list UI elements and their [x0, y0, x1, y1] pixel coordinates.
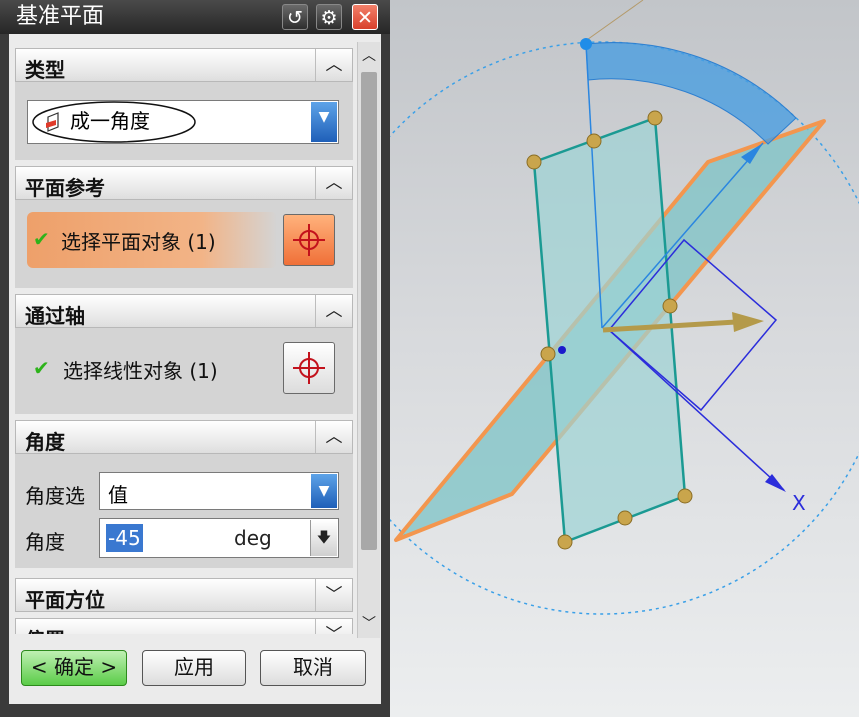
- select-object-button[interactable]: [283, 214, 335, 266]
- dialog-content: 类型 ︿ 成一角度 ▼ 平面参考 ︿ ✔ 选择平面对象 (1) 通过轴 ︿ ✔ …: [9, 38, 357, 634]
- plane-at-angle-icon: [46, 112, 59, 132]
- checkmark-icon: ✔: [33, 356, 50, 380]
- chevron-down-icon[interactable]: ▼: [311, 474, 337, 508]
- select-plane-label: 选择平面对象 (1): [61, 230, 216, 254]
- scroll-down-icon[interactable]: ﹀: [358, 610, 380, 638]
- section-header-through-axis[interactable]: 通过轴 ︿: [15, 294, 353, 328]
- angle-arc-handle: [585, 42, 797, 145]
- x-axis-label: X: [792, 491, 806, 515]
- origin-point: [558, 346, 566, 354]
- collapse-chevron-icon[interactable]: ︿: [315, 49, 352, 81]
- section-header-type[interactable]: 类型 ︿: [15, 48, 353, 82]
- section-title-angle: 角度: [25, 430, 65, 454]
- crosshair-icon: [293, 224, 325, 256]
- section-body-angle: 角度选 值 ▼ 角度 -45 deg 🡇: [15, 454, 353, 568]
- collapse-chevron-icon[interactable]: ︿: [315, 295, 352, 327]
- selection-row-active[interactable]: ✔ 选择平面对象 (1): [27, 212, 277, 268]
- section-title-type: 类型: [25, 58, 65, 82]
- collapse-chevron-icon[interactable]: ︿: [315, 421, 352, 453]
- datum-plane-dialog: 基准平面 ↺ ⚙ ✕ 类型 ︿ 成一角度 ▼ 平面参考 ︿ ✔ 选择平面对象 (…: [0, 0, 390, 717]
- collapse-chevron-icon[interactable]: ︿: [315, 167, 352, 199]
- angle-option-label: 角度选: [25, 484, 85, 508]
- angle-input[interactable]: -45 deg 🡇: [99, 518, 339, 558]
- settings-gear-icon[interactable]: ⚙: [316, 4, 342, 30]
- model-scene: X: [388, 0, 859, 615]
- construction-line: [583, 0, 644, 43]
- apply-button[interactable]: 应用: [142, 650, 246, 686]
- angle-label: 角度: [25, 530, 65, 554]
- angle-input-value[interactable]: -45: [106, 524, 143, 552]
- section-body-through-axis: ✔ 选择线性对象 (1): [15, 328, 353, 414]
- scroll-thumb[interactable]: [361, 72, 377, 550]
- select-linear-label: 选择线性对象 (1): [63, 359, 218, 383]
- select-axis-button[interactable]: [283, 342, 335, 394]
- close-icon[interactable]: ✕: [352, 4, 378, 30]
- chevron-down-icon[interactable]: ▼: [311, 102, 337, 142]
- dialog-scrollbar[interactable]: ︿ ﹀: [357, 42, 380, 638]
- crosshair-icon: [293, 352, 325, 384]
- dialog-body: 类型 ︿ 成一角度 ▼ 平面参考 ︿ ✔ 选择平面对象 (1) 通过轴 ︿ ✔ …: [9, 34, 381, 704]
- arc-start-handle: [580, 38, 592, 50]
- section-title-offset: 偏置: [25, 624, 65, 634]
- angle-unit[interactable]: deg: [234, 526, 272, 550]
- reset-icon[interactable]: ↺: [282, 4, 308, 30]
- section-body-type: 成一角度 ▼: [15, 82, 353, 160]
- x-axis-arrow: [765, 474, 786, 492]
- section-header-offset[interactable]: 偏置 ﹀: [15, 618, 353, 634]
- section-header-plane-reference[interactable]: 平面参考 ︿: [15, 166, 353, 200]
- section-header-orientation[interactable]: 平面方位 ﹀: [15, 578, 353, 612]
- checkmark-icon: ✔: [33, 227, 50, 251]
- section-body-plane-reference: ✔ 选择平面对象 (1): [15, 200, 353, 288]
- title-bar: 基准平面 ↺ ⚙ ✕: [0, 0, 390, 34]
- angle-option-value: 值: [108, 483, 128, 507]
- expand-chevron-icon[interactable]: ﹀: [315, 619, 352, 634]
- cancel-button[interactable]: 取消: [260, 650, 366, 686]
- direction-arrowhead: [732, 312, 764, 332]
- section-title-orientation: 平面方位: [25, 588, 105, 612]
- expand-chevron-icon[interactable]: ﹀: [315, 579, 352, 611]
- ok-button[interactable]: < 确定 >: [21, 650, 127, 686]
- arrow-down-icon[interactable]: 🡇: [310, 520, 337, 556]
- type-dropdown-value: 成一角度: [70, 109, 150, 133]
- section-title-plane-reference: 平面参考: [25, 176, 105, 200]
- dialog-title: 基准平面: [16, 4, 105, 29]
- graphics-viewport[interactable]: X: [388, 0, 859, 717]
- section-header-angle[interactable]: 角度 ︿: [15, 420, 353, 454]
- angle-option-dropdown[interactable]: 值 ▼: [99, 472, 339, 510]
- section-title-through-axis: 通过轴: [25, 304, 85, 328]
- scroll-up-icon[interactable]: ︿: [358, 42, 380, 70]
- type-dropdown[interactable]: 成一角度 ▼: [27, 100, 339, 144]
